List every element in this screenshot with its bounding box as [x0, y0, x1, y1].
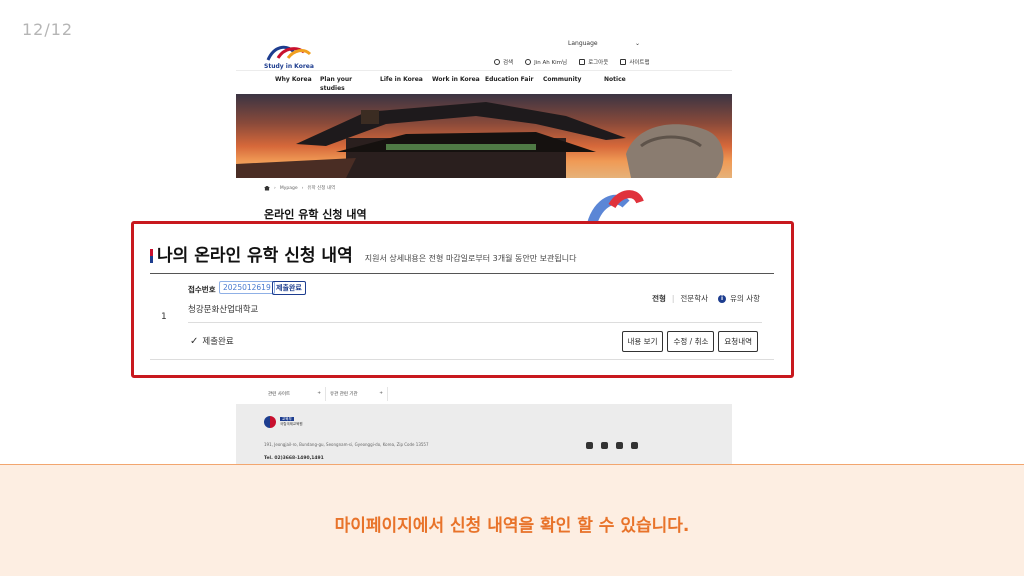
- footer-related-agencies[interactable]: 유관 관련 기관 +: [326, 387, 388, 401]
- submission-status: ✓ 제출완료: [190, 335, 234, 348]
- notice-link[interactable]: 유의 사항: [730, 293, 760, 304]
- status-badge: 제출완료: [272, 281, 306, 295]
- search-icon: [494, 59, 500, 65]
- ministry-name: 국립국제교육원: [280, 422, 303, 426]
- util-logout[interactable]: 로그아웃: [579, 58, 608, 66]
- facebook-icon[interactable]: [616, 442, 623, 449]
- plus-icon: +: [379, 391, 383, 396]
- application-number: 2025012619: [219, 281, 275, 294]
- chevron-right-icon: ›: [274, 185, 276, 191]
- util-user-label: Jin Ah Kim님: [534, 60, 568, 66]
- row-number: 1: [161, 312, 167, 322]
- weibo-icon[interactable]: [631, 442, 638, 449]
- nav-plan-your-studies[interactable]: Plan your studies: [320, 75, 356, 93]
- caption-band: 마이페이지에서 신청 내역을 확인 할 수 있습니다.: [0, 464, 1024, 576]
- home-icon[interactable]: [264, 185, 270, 191]
- plus-icon: +: [317, 391, 321, 396]
- row-divider: [188, 322, 762, 323]
- ministry-logo: 교육부 국립국제교육원: [264, 416, 303, 428]
- title-accent-bar: [150, 249, 153, 263]
- panel-bottom-divider: [150, 359, 774, 360]
- sns-links: [586, 442, 638, 449]
- panel-divider: [150, 273, 774, 274]
- type-label: 전형: [652, 294, 666, 303]
- instagram-icon[interactable]: [601, 442, 608, 449]
- language-select[interactable]: Language ⌄: [568, 40, 640, 47]
- site-footer: 교육부 국립국제교육원 191, Jeongjail-ro, Bundang-g…: [236, 404, 732, 466]
- ministry-emblem-icon: [264, 416, 276, 428]
- school-name: 청강문화산업대학교: [188, 305, 259, 315]
- util-search-label: 검색: [503, 60, 514, 66]
- slide-counter: 12/12: [22, 20, 74, 39]
- utility-links: 검색 Jin Ah Kim님 로그아웃 사이트맵: [494, 58, 650, 66]
- page-title: 온라인 유학 신청 내역: [264, 208, 367, 221]
- view-details-button[interactable]: 내용 보기: [621, 331, 664, 352]
- util-user[interactable]: Jin Ah Kim님: [525, 58, 567, 66]
- util-sitemap[interactable]: 사이트맵: [620, 58, 650, 66]
- util-logout-label: 로그아웃: [588, 60, 609, 66]
- gnb-divider: [236, 70, 732, 71]
- language-label: Language: [568, 40, 598, 47]
- youtube-icon[interactable]: [586, 442, 593, 449]
- hero-banner: [236, 94, 732, 178]
- palace-image: [236, 102, 724, 178]
- panel-subtitle: 지원서 상세내용은 전형 마감일로부터 3개월 동안만 보관됩니다: [364, 254, 577, 263]
- breadcrumb-current: 유학 신청 내역: [307, 186, 336, 191]
- chevron-right-icon: ›: [301, 185, 304, 191]
- sitemap-icon: [620, 59, 627, 65]
- submission-status-text: 제출완료: [202, 337, 234, 347]
- footer-tel: Tel. 02)3668-1490,1491: [264, 456, 324, 461]
- nav-life-in-korea[interactable]: Life in Korea: [380, 75, 423, 84]
- type-value: 전문학사: [680, 294, 709, 303]
- breadcrumb: › Mypage › 유학 신청 내역: [264, 185, 335, 191]
- chevron-down-icon: ⌄: [634, 40, 640, 47]
- edit-cancel-button[interactable]: 수정 / 취소: [667, 331, 715, 352]
- meta-separator: |: [671, 294, 675, 303]
- nav-community[interactable]: Community: [543, 75, 581, 84]
- study-in-korea-logo[interactable]: Study in Korea: [264, 42, 314, 72]
- footer-related-sites-label: 관련 사이트: [268, 392, 291, 397]
- util-sitemap-label: 사이트맵: [629, 60, 650, 66]
- application-history-panel: 나의 온라인 유학 신청 내역 지원서 상세내용은 전형 마감일로부터 3개월 …: [131, 221, 794, 378]
- footer-related-agencies-label: 유관 관련 기관: [330, 392, 358, 397]
- footer-address: 191, Jeongjail-ro, Bundang-gu, Seongnam-…: [264, 442, 429, 447]
- logout-icon: [579, 59, 586, 65]
- ministry-badge: 교육부: [280, 417, 294, 421]
- request-history-button[interactable]: 요청내역: [718, 331, 758, 352]
- nav-education-fair[interactable]: Education Fair: [485, 75, 534, 84]
- footer-related-sites[interactable]: 관련 사이트 +: [264, 387, 326, 401]
- slide-caption: 마이페이지에서 신청 내역을 확인 할 수 있습니다.: [334, 516, 690, 536]
- info-icon[interactable]: i: [718, 294, 727, 303]
- row-actions: 내용 보기 수정 / 취소 요청내역: [621, 331, 758, 352]
- footer-links: 관련 사이트 + 유관 관련 기관 +: [264, 387, 388, 401]
- nav-why-korea[interactable]: Why Korea: [275, 75, 312, 84]
- panel-title: 나의 온라인 유학 신청 내역: [157, 246, 353, 266]
- user-icon: [525, 59, 532, 65]
- decorative-swirl-icon: [587, 190, 644, 224]
- check-icon: ✓: [190, 335, 199, 347]
- logo-text: Study in Korea: [264, 63, 314, 70]
- application-meta: 전형 | 전문학사 i 유의 사항: [652, 293, 760, 304]
- application-number-label: 접수번호: [188, 285, 216, 294]
- nav-work-in-korea[interactable]: Work in Korea: [432, 75, 480, 84]
- nav-notice[interactable]: Notice: [604, 75, 626, 84]
- breadcrumb-mypage[interactable]: Mypage: [280, 186, 298, 191]
- util-search[interactable]: 검색: [494, 58, 513, 66]
